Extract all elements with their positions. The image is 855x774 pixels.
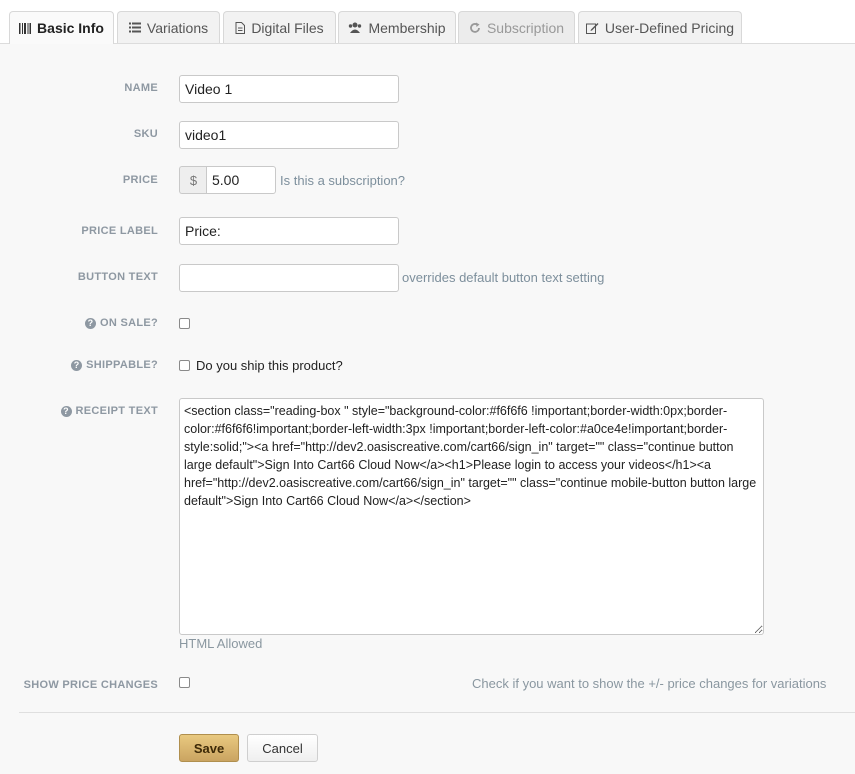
help-icon[interactable]: ?: [84, 317, 96, 329]
basic-info-panel: NAME SKU PRICE $ Is this a subscription?…: [0, 44, 855, 774]
name-input[interactable]: [179, 75, 399, 103]
file-icon: [235, 21, 246, 34]
currency-addon: $: [179, 166, 207, 194]
tab-label: User-Defined Pricing: [604, 19, 735, 36]
sku-label: SKU: [133, 128, 158, 140]
price-label-input[interactable]: [179, 217, 399, 245]
price-input[interactable]: [206, 166, 276, 194]
help-icon[interactable]: ?: [71, 359, 83, 371]
name-label: NAME: [124, 82, 158, 94]
list-icon: [128, 22, 141, 33]
shippable-checkbox-label[interactable]: Do you ship this product?: [196, 358, 343, 373]
on-sale-checkbox[interactable]: [179, 318, 190, 329]
button-text-input[interactable]: [179, 264, 399, 292]
receipt-text-textarea[interactable]: [179, 398, 764, 635]
save-button[interactable]: Save: [179, 734, 239, 762]
edit-icon: [585, 22, 599, 34]
on-sale-label: ? ON SALE?: [84, 317, 158, 329]
users-icon: [348, 22, 362, 33]
tab-label: Basic Info: [37, 20, 104, 36]
tab-subscription[interactable]: Subscription: [458, 11, 575, 43]
receipt-text-label: ? RECEIPT TEXT: [60, 405, 158, 417]
tab-basic-info[interactable]: Basic Info: [9, 11, 114, 44]
help-icon[interactable]: ?: [60, 405, 72, 417]
html-allowed-note: HTML Allowed: [179, 636, 263, 651]
button-text-help: overrides default button text setting: [402, 270, 605, 285]
tab-membership[interactable]: Membership: [338, 11, 456, 43]
button-text-label: BUTTON TEXT: [77, 271, 158, 283]
price-label-label: PRICE LABEL: [81, 225, 158, 237]
price-label: PRICE: [122, 174, 158, 186]
tab-user-defined-pricing[interactable]: User-Defined Pricing: [578, 11, 742, 43]
barcode-icon: [19, 22, 32, 34]
shippable-label: ? SHIPPABLE?: [71, 359, 158, 371]
form-divider: [19, 712, 855, 713]
subscription-link[interactable]: Is this a subscription?: [280, 173, 405, 188]
cancel-button[interactable]: Cancel: [247, 734, 318, 762]
refresh-icon: [469, 22, 481, 34]
tab-bar: Basic Info Variations Digital Files Memb…: [0, 0, 855, 44]
shippable-checkbox[interactable]: [179, 360, 190, 371]
show-price-changes-help: Check if you want to show the +/- price …: [472, 676, 827, 691]
tab-label: Subscription: [486, 19, 565, 36]
sku-input[interactable]: [179, 121, 399, 149]
show-price-changes-checkbox[interactable]: [179, 677, 190, 688]
tab-label: Variations: [146, 19, 209, 36]
show-price-changes-label: SHOW PRICE CHANGES: [23, 679, 158, 691]
tab-label: Membership: [368, 19, 446, 36]
tab-variations[interactable]: Variations: [117, 11, 220, 43]
tab-label: Digital Files: [251, 19, 324, 36]
tab-digital-files[interactable]: Digital Files: [223, 11, 336, 43]
